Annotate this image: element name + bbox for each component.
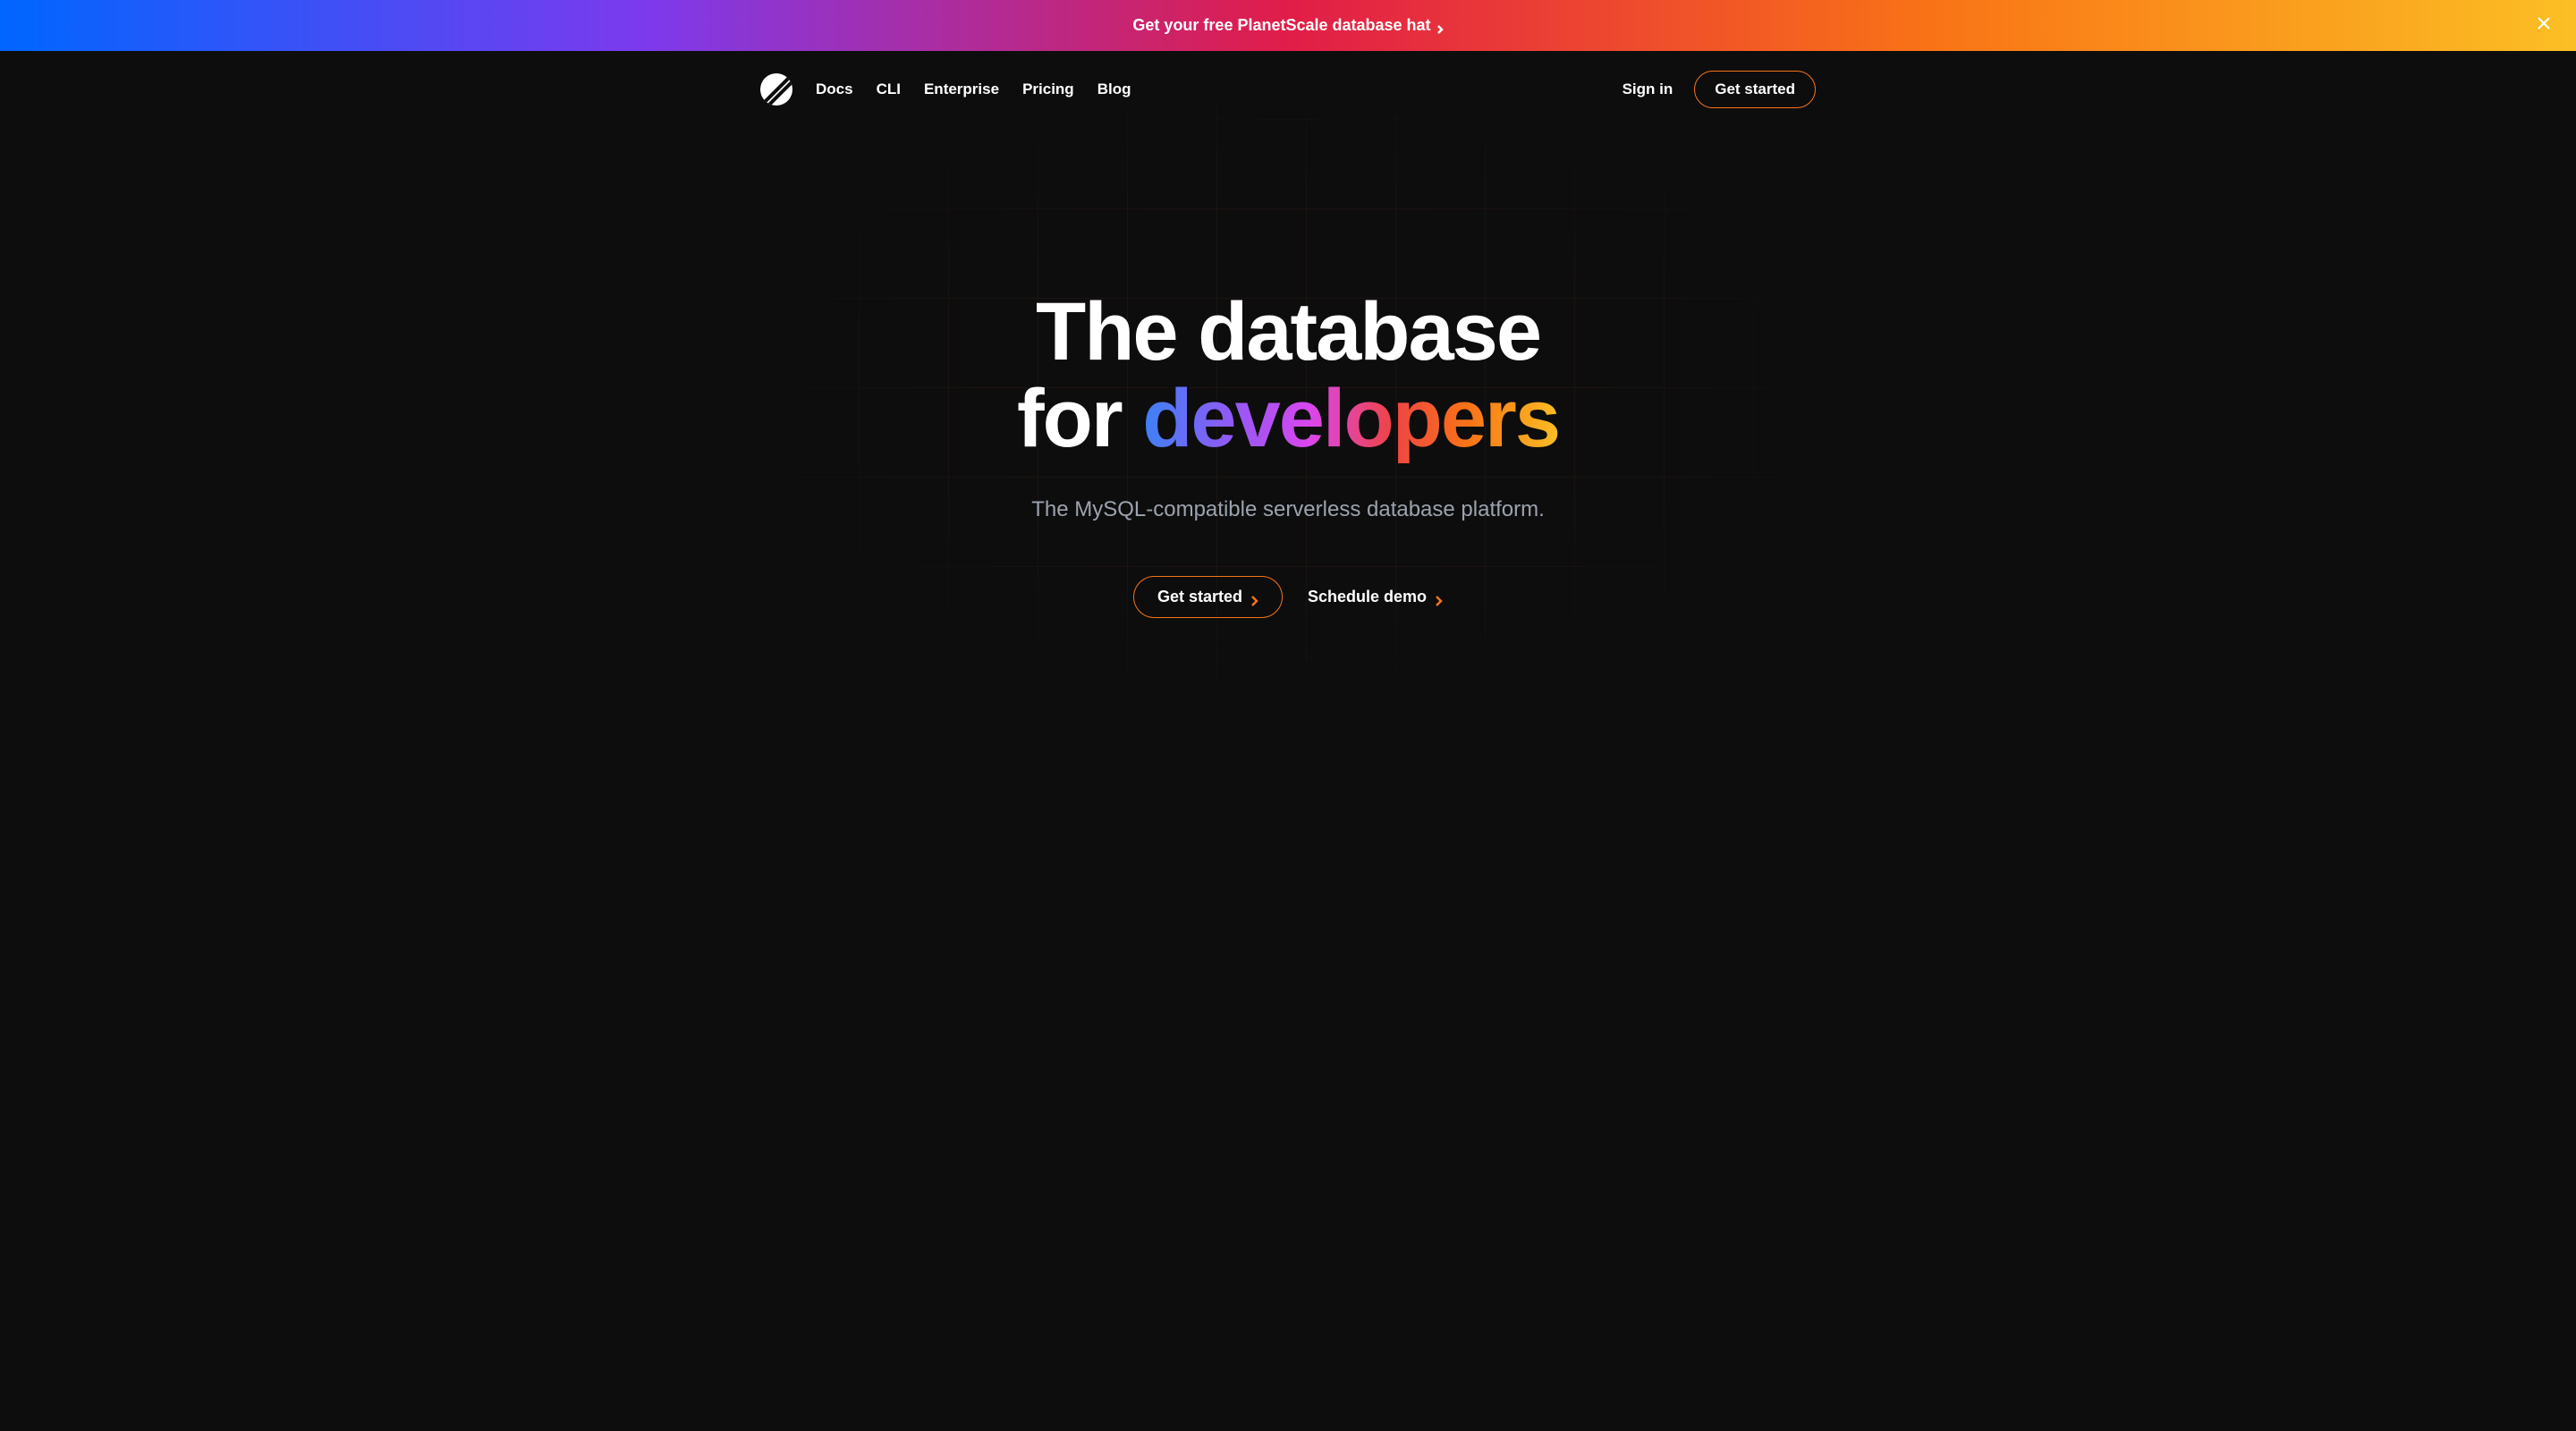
hero-title-plain: for <box>1017 373 1142 464</box>
main-nav: Docs CLI Enterprise Pricing Blog Sign in… <box>760 51 1816 128</box>
get-started-button-hero[interactable]: Get started <box>1133 576 1283 618</box>
nav-link-pricing[interactable]: Pricing <box>1022 80 1074 98</box>
announcement-link[interactable]: Get your free PlanetScale database hat <box>1132 16 1443 35</box>
get-started-label: Get started <box>1715 80 1795 98</box>
nav-links: Docs CLI Enterprise Pricing Blog <box>816 80 1131 98</box>
nav-link-cli[interactable]: CLI <box>877 80 901 98</box>
hero-primary-cta-label: Get started <box>1157 588 1242 606</box>
announcement-close-button[interactable] <box>2533 15 2555 37</box>
nav-link-enterprise[interactable]: Enterprise <box>924 80 999 98</box>
chevron-right-icon <box>1436 21 1444 31</box>
hero-content: The database for developers The MySQL-co… <box>760 289 1816 618</box>
hero-section: The database for developers The MySQL-co… <box>760 128 1816 707</box>
get-started-button-nav[interactable]: Get started <box>1694 71 1816 108</box>
chevron-right-icon <box>1434 593 1443 602</box>
schedule-demo-link[interactable]: Schedule demo <box>1308 588 1443 606</box>
nav-right: Sign in Get started <box>1623 71 1816 108</box>
nav-link-docs[interactable]: Docs <box>816 80 853 98</box>
hero-title-gradient: developers <box>1142 373 1559 464</box>
hero-title: The database for developers <box>760 289 1816 461</box>
announcement-text: Get your free PlanetScale database hat <box>1132 16 1430 35</box>
chevron-right-icon <box>1250 593 1258 602</box>
announcement-banner: Get your free PlanetScale database hat <box>0 0 2576 51</box>
logo[interactable] <box>760 73 792 106</box>
hero-title-line2: for developers <box>760 376 1816 462</box>
hero-actions: Get started Schedule demo <box>760 576 1816 618</box>
nav-link-blog[interactable]: Blog <box>1097 80 1131 98</box>
signin-link[interactable]: Sign in <box>1623 80 1674 98</box>
hero-subtitle: The MySQL-compatible serverless database… <box>760 497 1816 522</box>
hero-title-line1: The database <box>760 289 1816 376</box>
close-icon <box>2536 15 2552 36</box>
nav-left: Docs CLI Enterprise Pricing Blog <box>760 73 1131 106</box>
hero-secondary-cta-label: Schedule demo <box>1308 588 1427 606</box>
